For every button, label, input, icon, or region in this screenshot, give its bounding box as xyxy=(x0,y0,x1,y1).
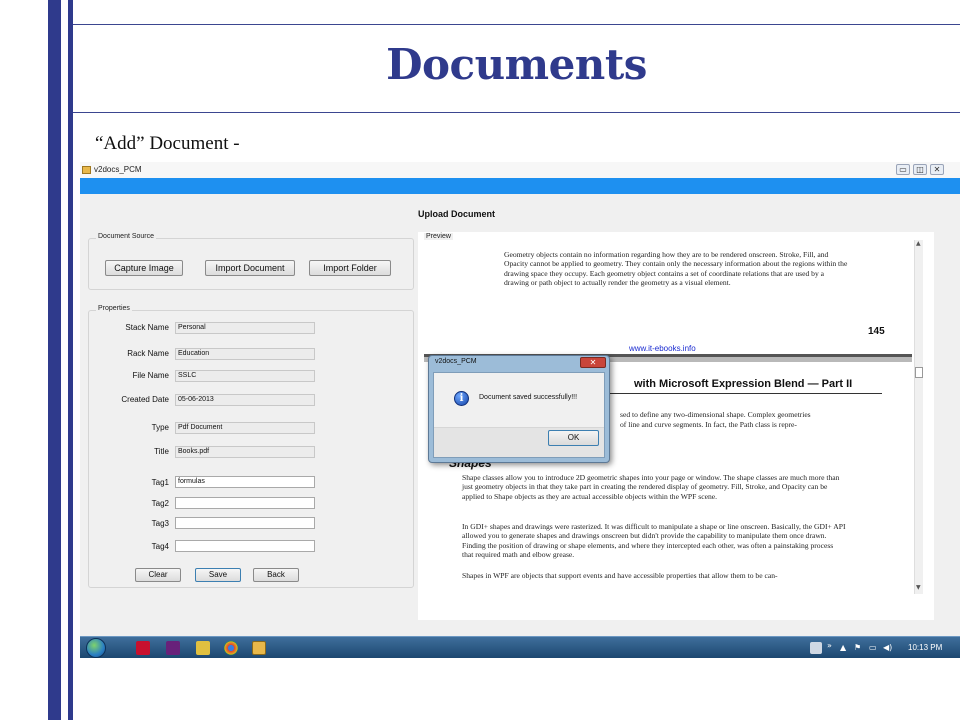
tag1-label: Tag1 xyxy=(151,478,169,487)
capture-image-button[interactable]: Capture Image xyxy=(105,260,183,276)
scroll-thumb[interactable] xyxy=(915,367,923,378)
created-date-label: Created Date xyxy=(121,395,169,404)
clear-button[interactable]: Clear xyxy=(135,568,181,582)
type-field[interactable]: Pdf Document xyxy=(175,422,315,434)
pdf-page-1: Geometry objects contain no information … xyxy=(424,240,912,357)
app-icon xyxy=(82,166,91,174)
pdf-paragraph: Geometry objects contain no information … xyxy=(504,250,848,288)
tag3-label: Tag3 xyxy=(151,519,169,528)
scroll-down-arrow[interactable]: ▼ xyxy=(916,584,921,591)
tray-chevron-icon[interactable]: » xyxy=(827,641,832,650)
minimize-button[interactable]: ▭ xyxy=(896,164,910,175)
dialog-message: Document saved successfully!!! xyxy=(479,394,578,401)
pdf-intro-line-2: of line and curve segments. In fact, the… xyxy=(620,420,797,429)
created-date-field[interactable]: 05-06-2013 xyxy=(175,394,315,406)
pdf-page-number: 145 xyxy=(868,326,885,337)
stack-name-label: Stack Name xyxy=(125,323,169,332)
slide-accent-bar-thin xyxy=(68,0,73,720)
document-source-label: Document Source xyxy=(96,233,157,240)
back-button[interactable]: Back xyxy=(253,568,299,582)
slide-caption: “Add” Document - xyxy=(95,133,240,154)
preview-label: Preview xyxy=(424,233,453,240)
tag3-field[interactable] xyxy=(175,517,315,529)
close-button[interactable]: ✕ xyxy=(930,164,944,175)
tag2-label: Tag2 xyxy=(151,499,169,508)
properties-group: Properties Stack Name Personal Rack Name… xyxy=(88,305,414,588)
import-folder-button[interactable]: Import Folder xyxy=(309,260,391,276)
document-source-group: Document Source Capture Image Import Doc… xyxy=(88,233,414,290)
scroll-up-arrow[interactable]: ▲ xyxy=(916,240,921,247)
tray-up-icon[interactable]: ▲ xyxy=(840,643,846,652)
title-field[interactable]: Books.pdf xyxy=(175,446,315,458)
flag-icon[interactable]: ⚑ xyxy=(854,643,861,652)
dialog-close-button[interactable]: ✕ xyxy=(580,357,606,368)
tag1-field[interactable]: formulas xyxy=(175,476,315,488)
pdf-heading-rule xyxy=(582,393,882,394)
pdf-paragraph: Shape classes allow you to introduce 2D … xyxy=(462,473,840,501)
tag4-field[interactable] xyxy=(175,540,315,552)
message-dialog: v2docs_PCM ✕ i Document saved successful… xyxy=(428,355,610,463)
window-titlebar: v2docs_PCM ▭ ◫ ✕ xyxy=(80,162,960,178)
rack-name-label: Rack Name xyxy=(127,349,169,358)
pdf-icon[interactable] xyxy=(136,641,150,655)
pdf-paragraph: In GDI+ shapes and drawings were rasteri… xyxy=(462,522,846,560)
upload-heading: Upload Document xyxy=(418,209,496,219)
file-name-label: File Name xyxy=(132,371,169,380)
title-rule-bottom xyxy=(73,112,960,113)
v2docs-icon[interactable] xyxy=(252,641,266,655)
pdf-heading: with Microsoft Expression Blend — Part I… xyxy=(634,378,853,390)
windows-taskbar: » ▲ ⚑ ▭ ◀) 10:13 PM xyxy=(80,636,960,658)
pdf-footer-link[interactable]: www.it-ebooks.info xyxy=(629,344,696,353)
properties-label: Properties xyxy=(96,305,132,312)
title-rule-top xyxy=(73,24,960,25)
window-title: v2docs_PCM xyxy=(94,165,142,174)
save-button[interactable]: Save xyxy=(195,568,241,582)
pdf-intro-line-1: sed to define any two-dimensional shape.… xyxy=(620,410,811,419)
tag2-field[interactable] xyxy=(175,497,315,509)
start-orb[interactable] xyxy=(86,638,106,658)
file-name-field[interactable]: SSLC xyxy=(175,370,315,382)
pdf-paragraph: Shapes in WPF are objects that support e… xyxy=(462,571,778,580)
info-icon: i xyxy=(454,391,469,406)
volume-icon[interactable]: ◀) xyxy=(883,643,892,652)
app-window: v2docs_PCM ▭ ◫ ✕ Upload Document Documen… xyxy=(80,162,960,658)
stack-name-field[interactable]: Personal xyxy=(175,322,315,334)
dialog-title: v2docs_PCM xyxy=(435,358,477,365)
slide-title: Documents xyxy=(386,40,647,89)
ok-button[interactable]: OK xyxy=(548,430,599,446)
visual-studio-icon[interactable] xyxy=(166,641,180,655)
network-icon[interactable]: ▭ xyxy=(869,643,877,652)
preview-scrollbar[interactable]: ▲ ▼ xyxy=(914,240,923,594)
slide-accent-bar xyxy=(48,0,61,720)
title-label: Title xyxy=(154,447,169,456)
tag4-label: Tag4 xyxy=(151,542,169,551)
import-document-button[interactable]: Import Document xyxy=(205,260,295,276)
taskbar-clock[interactable]: 10:13 PM xyxy=(908,643,942,652)
header-band xyxy=(80,178,960,194)
tools-icon[interactable] xyxy=(196,641,210,655)
chrome-icon[interactable] xyxy=(224,641,238,655)
rack-name-field[interactable]: Education xyxy=(175,348,315,360)
type-label: Type xyxy=(151,423,169,432)
dialog-body: i Document saved successfully!!! OK xyxy=(433,372,605,458)
maximize-button[interactable]: ◫ xyxy=(913,164,927,175)
language-icon[interactable] xyxy=(810,642,822,654)
